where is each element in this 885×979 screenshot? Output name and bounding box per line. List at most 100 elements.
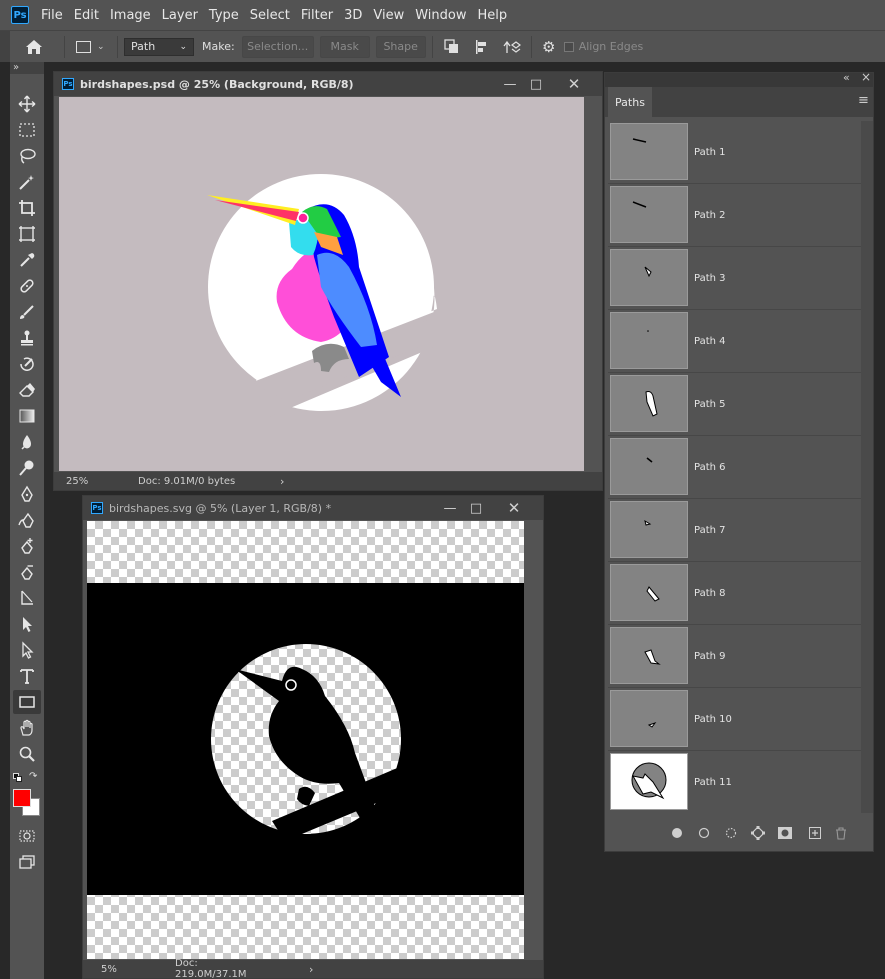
panel-menu-icon[interactable]: ≡ bbox=[858, 93, 869, 108]
make-selection-button[interactable]: Selection... bbox=[241, 35, 314, 58]
default-colors-icon[interactable] bbox=[13, 773, 23, 783]
align-edges-label: Align Edges bbox=[578, 40, 644, 53]
zoom-level[interactable]: 5% bbox=[83, 964, 131, 975]
menu-type[interactable]: Type bbox=[209, 8, 239, 23]
zoom-icon[interactable] bbox=[13, 742, 41, 766]
foreground-color-swatch[interactable] bbox=[13, 789, 31, 807]
freeform-pen-icon[interactable] bbox=[13, 508, 41, 532]
document-window-psd[interactable]: Ps birdshapes.psd @ 25% (Background, RGB… bbox=[53, 71, 603, 491]
add-mask-icon[interactable] bbox=[775, 823, 795, 843]
path-arrangement-icon[interactable] bbox=[499, 35, 525, 59]
screen-mode-icon[interactable] bbox=[13, 850, 41, 874]
canvas-psd[interactable] bbox=[59, 97, 584, 471]
home-icon[interactable] bbox=[10, 31, 58, 63]
document-title-bar[interactable]: Ps birdshapes.svg @ 5% (Layer 1, RGB/8) … bbox=[83, 496, 543, 520]
path-item[interactable]: Path 9 bbox=[608, 625, 861, 688]
healing-brush-icon[interactable] bbox=[13, 274, 41, 298]
path-item[interactable]: Path 1 bbox=[608, 121, 861, 184]
rectangle-tool-preset[interactable]: ⌄ bbox=[71, 35, 111, 59]
tool-mode-select[interactable]: Path ⌄ bbox=[124, 37, 194, 56]
close-panel-button[interactable]: × bbox=[861, 70, 871, 84]
rectangular-marquee-icon[interactable] bbox=[13, 118, 41, 142]
document-title-bar[interactable]: Ps birdshapes.psd @ 25% (Background, RGB… bbox=[54, 72, 602, 96]
menu-help[interactable]: Help bbox=[478, 8, 508, 23]
path-item-selected[interactable]: Path 11 bbox=[608, 751, 861, 814]
frame-icon[interactable] bbox=[13, 222, 41, 246]
path-item[interactable]: Path 3 bbox=[608, 247, 861, 310]
trash-icon[interactable] bbox=[831, 823, 851, 843]
type-icon[interactable] bbox=[13, 664, 41, 688]
paths-list-scrollbar[interactable] bbox=[861, 121, 873, 813]
create-new-path-icon[interactable] bbox=[805, 823, 825, 843]
tools-expand-button[interactable]: » bbox=[10, 62, 44, 74]
chevron-down-icon: ⌄ bbox=[97, 41, 105, 52]
tab-paths[interactable]: Paths bbox=[608, 87, 652, 117]
blur-icon[interactable] bbox=[13, 430, 41, 454]
menu-layer[interactable]: Layer bbox=[162, 8, 198, 23]
convert-point-icon[interactable] bbox=[13, 586, 41, 610]
photoshop-app: Ps File Edit Image Layer Type Select Fil… bbox=[0, 0, 885, 979]
path-selection-icon[interactable] bbox=[13, 612, 41, 636]
history-brush-icon[interactable] bbox=[13, 352, 41, 376]
menu-filter[interactable]: Filter bbox=[301, 8, 333, 23]
magic-wand-icon[interactable] bbox=[13, 170, 41, 194]
gradient-icon[interactable] bbox=[13, 404, 41, 428]
make-work-path-icon[interactable] bbox=[748, 823, 768, 843]
path-alignment-icon[interactable] bbox=[469, 35, 495, 59]
path-item[interactable]: Path 2 bbox=[608, 184, 861, 247]
path-thumbnail bbox=[610, 564, 688, 621]
clone-stamp-icon[interactable] bbox=[13, 326, 41, 350]
maximize-icon[interactable]: □ bbox=[461, 499, 491, 517]
path-item[interactable]: Path 5 bbox=[608, 373, 861, 436]
path-operations-icon[interactable] bbox=[439, 35, 465, 59]
quick-mask-icon[interactable] bbox=[13, 824, 41, 848]
make-shape-button[interactable]: Shape bbox=[375, 35, 426, 58]
canvas-svg[interactable] bbox=[87, 521, 524, 959]
menu-file[interactable]: File bbox=[41, 8, 63, 23]
lasso-icon[interactable] bbox=[13, 144, 41, 168]
eyedropper-icon[interactable] bbox=[13, 248, 41, 272]
collapse-panel-button[interactable]: « bbox=[843, 71, 850, 84]
load-path-as-selection-icon[interactable] bbox=[721, 823, 741, 843]
gear-icon[interactable]: ⚙ bbox=[538, 35, 560, 59]
panel-header-bar[interactable]: « × bbox=[605, 70, 873, 87]
make-label: Make: bbox=[202, 40, 235, 53]
stroke-path-icon[interactable] bbox=[694, 823, 714, 843]
close-icon[interactable]: ✕ bbox=[499, 499, 529, 517]
canvas-vertical-scrollbar[interactable] bbox=[584, 97, 600, 471]
menu-view[interactable]: View bbox=[373, 8, 404, 23]
eraser-icon[interactable] bbox=[13, 378, 41, 402]
zoom-level[interactable]: 25% bbox=[54, 476, 102, 487]
menu-edit[interactable]: Edit bbox=[74, 8, 99, 23]
add-anchor-point-icon[interactable] bbox=[13, 534, 41, 558]
crop-icon[interactable] bbox=[13, 196, 41, 220]
document-window-svg[interactable]: Ps birdshapes.svg @ 5% (Layer 1, RGB/8) … bbox=[82, 495, 544, 979]
path-item[interactable]: Path 10 bbox=[608, 688, 861, 751]
delete-anchor-point-icon[interactable] bbox=[13, 560, 41, 584]
menu-select[interactable]: Select bbox=[250, 8, 290, 23]
pen-icon[interactable] bbox=[13, 482, 41, 506]
menu-window[interactable]: Window bbox=[415, 8, 466, 23]
brush-icon[interactable] bbox=[13, 300, 41, 324]
fill-path-icon[interactable] bbox=[667, 823, 687, 843]
maximize-icon[interactable]: □ bbox=[521, 75, 551, 93]
status-expand-icon[interactable]: › bbox=[309, 963, 313, 976]
swap-colors-icon[interactable]: ↷ bbox=[29, 771, 37, 782]
move-tool-icon[interactable] bbox=[13, 92, 41, 116]
path-item[interactable]: Path 8 bbox=[608, 562, 861, 625]
dodge-icon[interactable] bbox=[13, 456, 41, 480]
panel-tabs: Paths ≡ bbox=[605, 87, 873, 117]
direct-selection-icon[interactable] bbox=[13, 638, 41, 662]
menu-3d[interactable]: 3D bbox=[344, 8, 362, 23]
canvas-vertical-scrollbar[interactable] bbox=[524, 521, 540, 959]
hand-icon[interactable] bbox=[13, 716, 41, 740]
make-mask-button[interactable]: Mask bbox=[319, 35, 370, 58]
align-edges-checkbox[interactable] bbox=[563, 41, 574, 52]
path-item[interactable]: Path 4 bbox=[608, 310, 861, 373]
rectangle-tool-icon[interactable] bbox=[13, 690, 41, 714]
menu-image[interactable]: Image bbox=[110, 8, 151, 23]
path-item[interactable]: Path 7 bbox=[608, 499, 861, 562]
close-icon[interactable]: ✕ bbox=[559, 75, 589, 93]
status-expand-icon[interactable]: › bbox=[280, 475, 284, 488]
path-item[interactable]: Path 6 bbox=[608, 436, 861, 499]
